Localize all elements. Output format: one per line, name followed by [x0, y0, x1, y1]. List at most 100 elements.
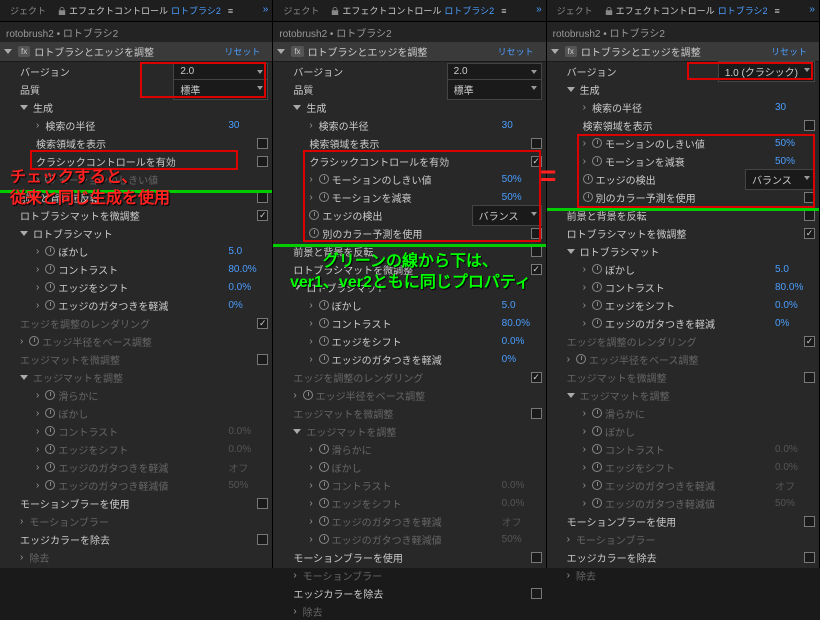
- prop-edge-base[interactable]: エッジ半径をベース調整: [0, 332, 272, 350]
- effect-header[interactable]: fx ロトブラシとエッジを調整 リセット: [0, 42, 272, 62]
- prop-shift[interactable]: エッジをシフト0.0%: [273, 332, 545, 350]
- stopwatch-icon[interactable]: [319, 192, 329, 202]
- twirl-icon[interactable]: [567, 249, 575, 254]
- value[interactable]: 0.0%: [502, 480, 542, 491]
- twirl-icon[interactable]: [4, 49, 12, 54]
- value[interactable]: オフ: [775, 478, 815, 493]
- stopwatch-icon[interactable]: [45, 480, 55, 490]
- checkbox[interactable]: [531, 408, 542, 419]
- stopwatch-icon[interactable]: [309, 210, 319, 220]
- version-dropdown[interactable]: 1.0 (クラシック): [718, 61, 815, 82]
- checkbox[interactable]: [804, 228, 815, 239]
- value[interactable]: 0.0%: [228, 444, 268, 455]
- twirl-icon[interactable]: [567, 87, 575, 92]
- prop-motion-damping[interactable]: モーションを減衰50%: [547, 152, 819, 170]
- stopwatch-icon[interactable]: [592, 480, 602, 490]
- prop-chatter2[interactable]: エッジのガタつきを軽減オフ: [547, 476, 819, 494]
- value[interactable]: 50%: [502, 534, 542, 545]
- group-generation[interactable]: 生成: [547, 80, 819, 98]
- prop-contrast[interactable]: コントラスト80.0%: [0, 260, 272, 278]
- checkbox[interactable]: [531, 588, 542, 599]
- value[interactable]: 80.0%: [228, 264, 268, 275]
- value[interactable]: 50%: [775, 156, 815, 167]
- stopwatch-icon[interactable]: [45, 264, 55, 274]
- prop-reduce-chatter[interactable]: エッジのガタつきを軽減0%: [0, 296, 272, 314]
- checkbox[interactable]: [804, 516, 815, 527]
- group-mblur[interactable]: モーションブラー: [273, 566, 545, 584]
- prop-smooth[interactable]: 滑らかに: [547, 404, 819, 422]
- checkbox[interactable]: [531, 246, 542, 257]
- chevron-icon[interactable]: »: [536, 4, 542, 15]
- value[interactable]: 5.0: [775, 264, 815, 275]
- prop-chatter-val[interactable]: エッジのガタつき軽減値50%: [273, 530, 545, 548]
- prop-reduce-chatter[interactable]: エッジのガタつきを軽減0%: [547, 314, 819, 332]
- value[interactable]: 30: [228, 120, 268, 131]
- twirl-icon[interactable]: [277, 49, 285, 54]
- twirl-icon[interactable]: [567, 393, 575, 398]
- checkbox[interactable]: [804, 372, 815, 383]
- tab-effect-controls[interactable]: エフェクトコントロール ロトブラシ2 ≡: [325, 1, 512, 20]
- value[interactable]: 0.0%: [228, 282, 268, 293]
- stopwatch-icon[interactable]: [45, 174, 55, 184]
- menu-icon[interactable]: ≡: [501, 6, 506, 16]
- stopwatch-icon[interactable]: [319, 498, 329, 508]
- checkbox[interactable]: [804, 192, 815, 203]
- stopwatch-icon[interactable]: [592, 498, 602, 508]
- prop-edge-base[interactable]: エッジ半径をベース調整: [273, 386, 545, 404]
- value[interactable]: 0%: [228, 300, 268, 311]
- value[interactable]: 30: [502, 120, 542, 131]
- value[interactable]: 50%: [775, 138, 815, 149]
- value[interactable]: 5.0: [228, 246, 268, 257]
- value[interactable]: 0.0%: [502, 336, 542, 347]
- checkbox[interactable]: [257, 354, 268, 365]
- tab-effect-controls[interactable]: エフェクトコントロール ロトブラシ2 ≡: [52, 1, 239, 20]
- quality-dropdown[interactable]: 標準: [447, 79, 542, 100]
- group-matte[interactable]: ロトブラシマット: [273, 278, 545, 296]
- prop-shift2[interactable]: エッジをシフト0.0%: [0, 440, 272, 458]
- tab-effect-controls[interactable]: エフェクトコントロール ロトブラシ2 ≡: [599, 1, 786, 20]
- quality-dropdown[interactable]: 標準: [173, 79, 268, 100]
- stopwatch-icon[interactable]: [592, 408, 602, 418]
- group-matte[interactable]: ロトブラシマット: [547, 242, 819, 260]
- stopwatch-icon[interactable]: [45, 246, 55, 256]
- checkbox[interactable]: [257, 138, 268, 149]
- value[interactable]: オフ: [502, 514, 542, 529]
- menu-icon[interactable]: ≡: [228, 6, 233, 16]
- checkbox[interactable]: [531, 228, 542, 239]
- stopwatch-icon[interactable]: [592, 444, 602, 454]
- group-purge[interactable]: 除去: [547, 566, 819, 584]
- stopwatch-icon[interactable]: [309, 228, 319, 238]
- group-mblur[interactable]: モーションブラー: [0, 512, 272, 530]
- prop-contrast2[interactable]: コントラスト0.0%: [0, 422, 272, 440]
- checkbox[interactable]: [257, 498, 268, 509]
- value[interactable]: 0%: [775, 318, 815, 329]
- twirl-icon[interactable]: [293, 105, 301, 110]
- checkbox[interactable]: [804, 336, 815, 347]
- menu-icon[interactable]: ≡: [775, 6, 780, 16]
- checkbox[interactable]: [257, 192, 268, 203]
- tab-project[interactable]: ジェクト: [4, 1, 52, 20]
- value[interactable]: オフ: [228, 460, 268, 475]
- prop-motion-damping[interactable]: モーションを減衰50%: [273, 188, 545, 206]
- stopwatch-icon[interactable]: [583, 174, 593, 184]
- prop-chatter2[interactable]: エッジのガタつきを軽減オフ: [0, 458, 272, 476]
- stopwatch-icon[interactable]: [319, 318, 329, 328]
- stopwatch-icon[interactable]: [319, 174, 329, 184]
- prop-shift[interactable]: エッジをシフト0.0%: [547, 296, 819, 314]
- stopwatch-icon[interactable]: [592, 264, 602, 274]
- prop-smooth[interactable]: 滑らかに: [273, 440, 545, 458]
- checkbox[interactable]: [804, 210, 815, 221]
- stopwatch-icon[interactable]: [592, 282, 602, 292]
- reset-link[interactable]: リセット: [771, 45, 807, 58]
- value[interactable]: 0.0%: [775, 462, 815, 473]
- prop-motion-threshold[interactable]: モーションのしきい値50%: [547, 134, 819, 152]
- prop-reduce-chatter[interactable]: エッジのガタつきを軽減0%: [273, 350, 545, 368]
- value[interactable]: 0%: [502, 354, 542, 365]
- stopwatch-icon[interactable]: [319, 516, 329, 526]
- prop-search-radius[interactable]: 検索の半径30: [547, 98, 819, 116]
- value[interactable]: 80.0%: [502, 318, 542, 329]
- group-generation[interactable]: 生成: [0, 98, 272, 116]
- tab-project[interactable]: ジェクト: [277, 1, 325, 20]
- checkbox[interactable]: [257, 210, 268, 221]
- group-generation[interactable]: 生成: [273, 98, 545, 116]
